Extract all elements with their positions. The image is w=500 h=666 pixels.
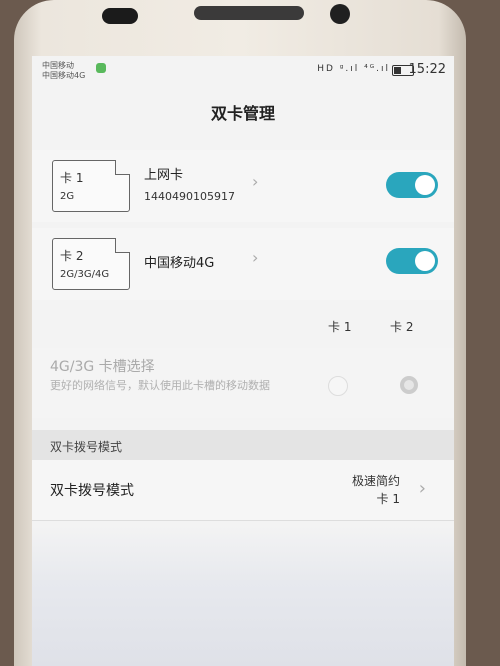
sim-label: 中国移动4G (144, 256, 215, 271)
sim-1-toggle[interactable] (386, 172, 438, 198)
slot-radio-card1[interactable] (328, 376, 348, 396)
sim-card-type: 2G/3G/4G (60, 269, 110, 280)
dial-mode-card: 卡 1 (376, 492, 400, 506)
camera-slot (102, 8, 138, 24)
screen: 中国移动 中国移动4G HD ᵍ.ıl ⁴ᴳ.ıl 15:22 双卡管理 卡 1… (32, 56, 454, 666)
dial-mode-title: 双卡拨号模式 (50, 483, 134, 499)
chevron-right-icon: › (418, 478, 426, 499)
section-header-label: 双卡拨号模式 (50, 440, 123, 454)
sim-card-icon: 卡 1 2G (52, 160, 130, 212)
slot-header-card2: 卡 2 (390, 320, 414, 334)
slot-select-title: 4G/3G 卡槽选择 (50, 359, 155, 375)
slot-radio-card2[interactable] (400, 376, 418, 394)
sim-number: 1440490105917 (144, 190, 235, 203)
sim-card-type: 2G (60, 191, 75, 202)
carrier-name-2: 中国移动4G (42, 71, 86, 80)
wechat-notification-icon (96, 63, 106, 73)
dial-mode-value: 极速简约 (351, 474, 400, 488)
sim-card-name: 卡 2 (60, 249, 84, 263)
dial-mode-row[interactable]: 双卡拨号模式 极速简约 卡 1 › (32, 460, 454, 521)
slot-header-card1: 卡 1 (328, 320, 352, 334)
sim-card-name: 卡 1 (60, 171, 84, 185)
signal-icon: HD ᵍ.ıl ⁴ᴳ.ıl (317, 64, 390, 74)
status-time: 15:22 (408, 62, 446, 77)
speaker-grille (194, 6, 304, 20)
sim-label: 上网卡 (144, 168, 184, 183)
chevron-right-icon: › (252, 248, 259, 267)
sim-row-1[interactable]: 卡 1 2G 上网卡 1440490105917 › (32, 150, 454, 222)
slot-select-description: 更好的网络信号，默认使用此卡槽的移动数据 (50, 379, 270, 392)
page-title: 双卡管理 (210, 104, 275, 123)
slot-column-header: 卡 1 卡 2 (32, 314, 454, 338)
sim-card-icon: 卡 2 2G/3G/4G (52, 238, 130, 290)
sim-2-toggle[interactable] (386, 248, 438, 274)
section-header: 双卡拨号模式 (32, 430, 454, 460)
status-bar: 中国移动 中国移动4G HD ᵍ.ıl ⁴ᴳ.ıl 15:22 (32, 56, 454, 82)
empty-area (32, 526, 454, 666)
chevron-right-icon: › (252, 172, 259, 191)
slot-select-row: 4G/3G 卡槽选择 更好的网络信号，默认使用此卡槽的移动数据 (32, 348, 454, 418)
front-camera (330, 4, 350, 24)
phone-frame: 中国移动 中国移动4G HD ᵍ.ıl ⁴ᴳ.ıl 15:22 双卡管理 卡 1… (14, 0, 466, 666)
sim-row-2[interactable]: 卡 2 2G/3G/4G 中国移动4G › (32, 228, 454, 300)
